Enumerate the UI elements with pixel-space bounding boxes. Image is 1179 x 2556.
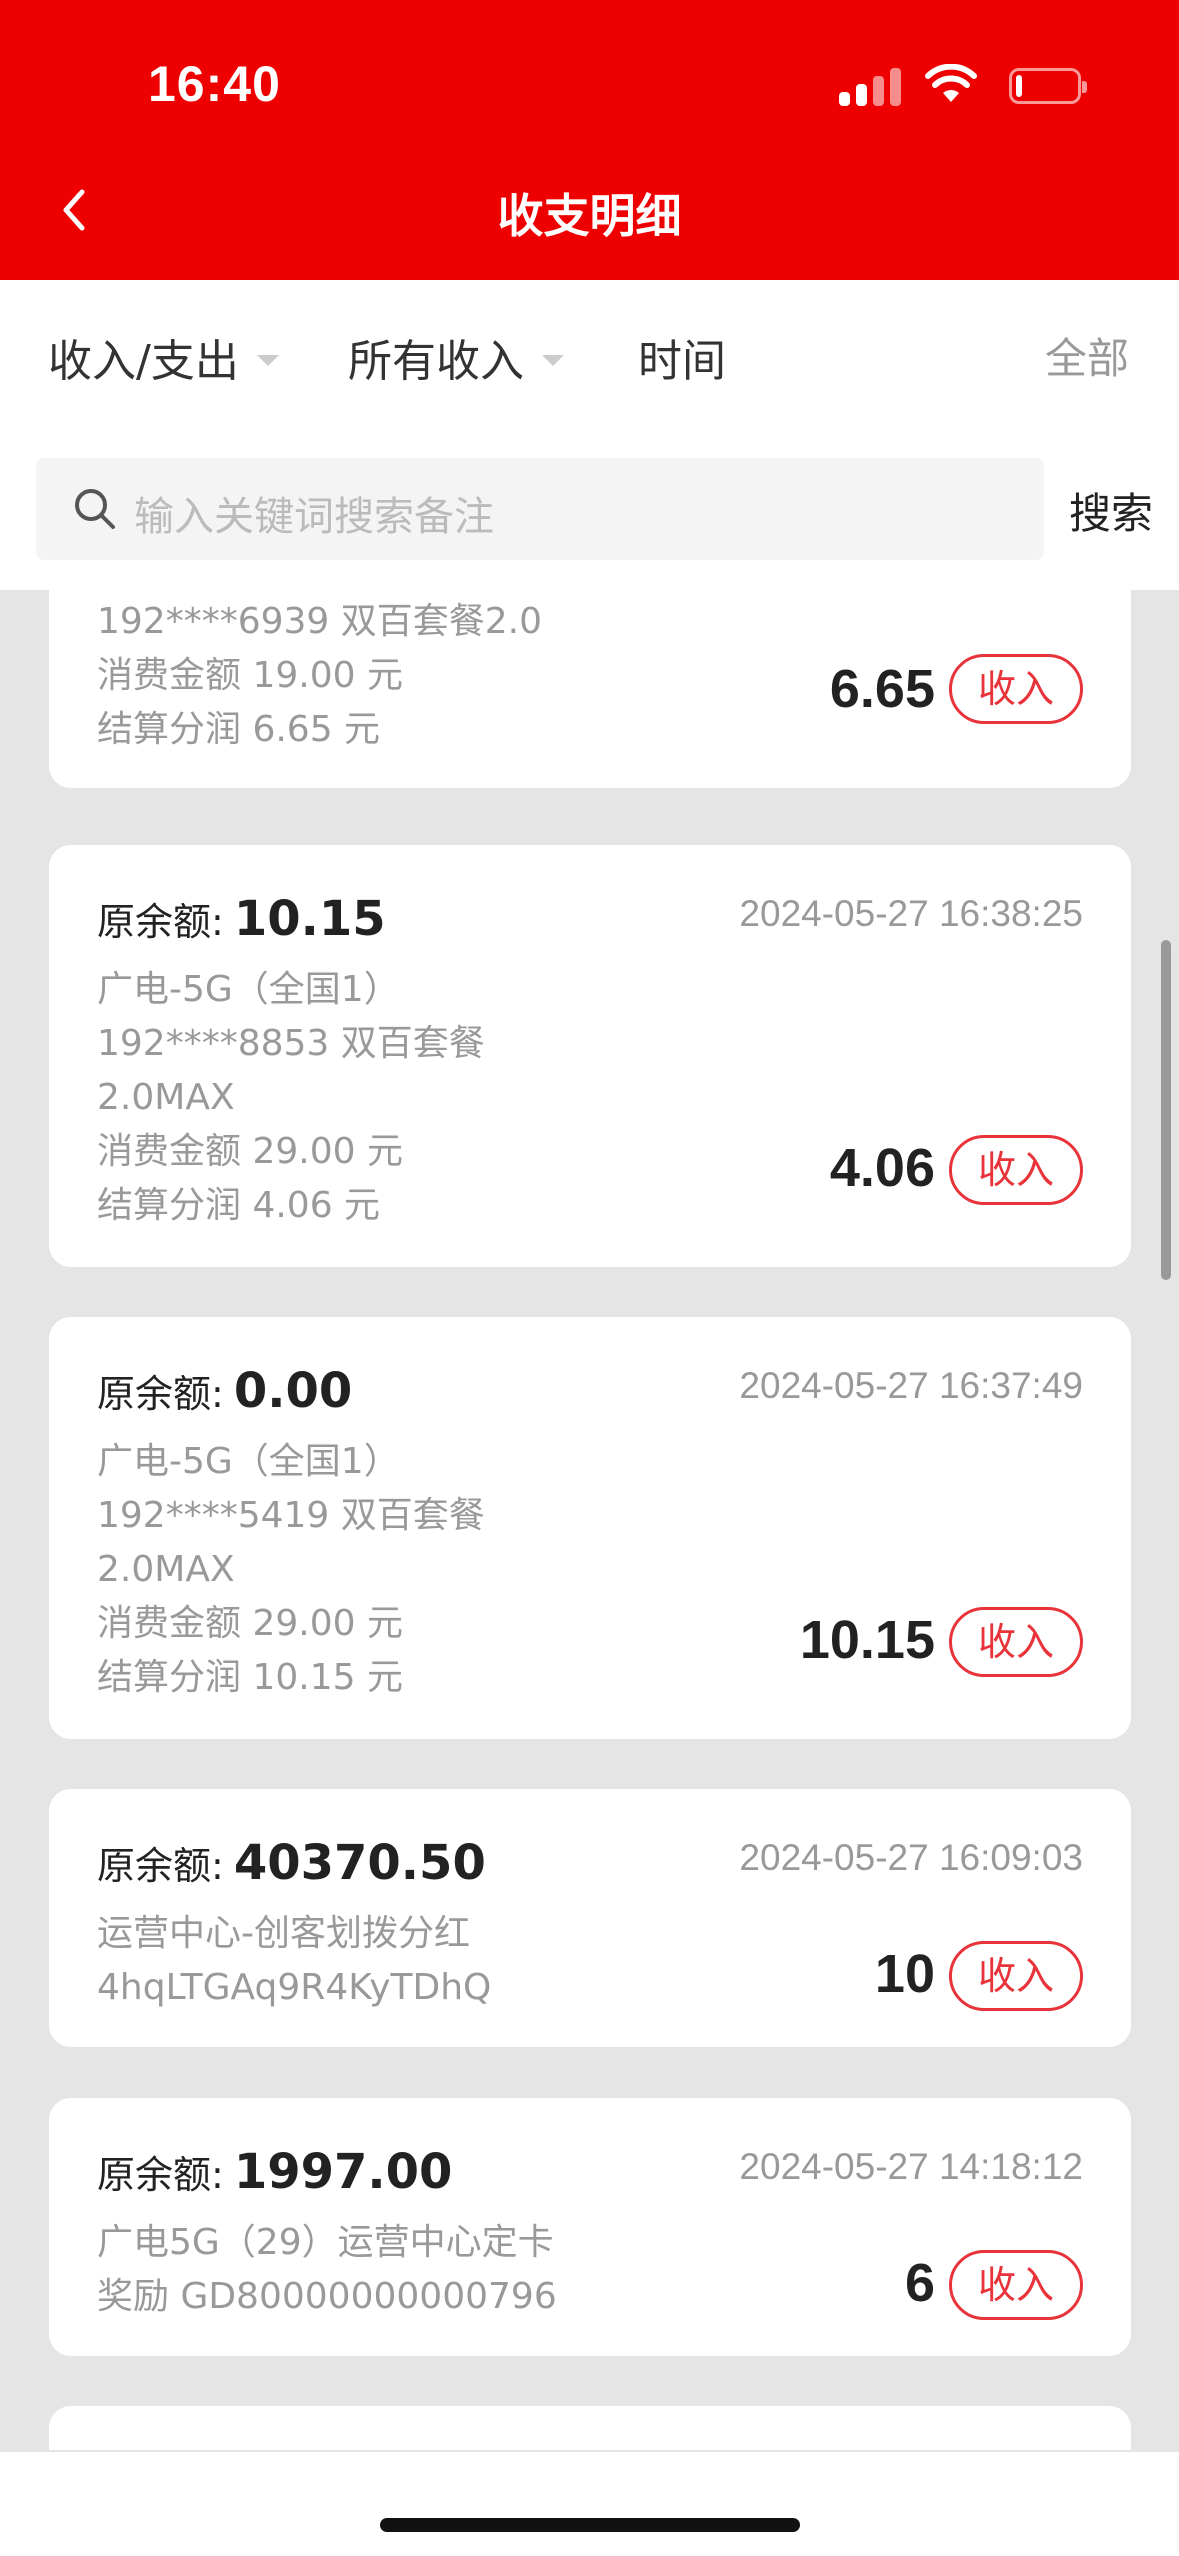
income-tag: 收入	[949, 654, 1083, 724]
search-input[interactable]: 输入关键词搜索备注	[36, 458, 1044, 560]
record-amount: 6.65	[829, 659, 935, 719]
balance-value: 40370.50	[233, 1835, 486, 1891]
record-card[interactable]: 192****6939 双百套餐2.0 消费金额 19.00 元 结算分润 6.…	[49, 590, 1131, 788]
type-filter-label: 收入/支出	[48, 336, 239, 387]
income-tag: 收入	[949, 1607, 1083, 1677]
income-tag: 收入	[949, 1135, 1083, 1205]
category-filter-dropdown[interactable]: 所有收入	[348, 325, 564, 389]
balance-value: 0.00	[233, 1363, 353, 1419]
caret-down-icon	[542, 354, 564, 366]
record-desc: 运营中心-创客划拨分红 4hqLTGAq9R4KyTDhQ	[97, 1913, 492, 2008]
category-filter-label: 所有收入	[348, 336, 524, 387]
record-datetime: 2024-05-27 14:18:12	[739, 2146, 1083, 2187]
record-desc: 广电5G（29）运营中心定卡 奖励 GD80000000000796	[97, 2222, 557, 2317]
income-tag: 收入	[949, 2250, 1083, 2320]
cellular-signal-icon	[839, 68, 901, 106]
header: 16:40 收支明细	[0, 0, 1179, 280]
wifi-icon	[925, 64, 977, 102]
record-desc: 广电-5G（全国1） 192****8853 双百套餐 2.0MAX 消费金额 …	[97, 969, 485, 1226]
record-card[interactable]	[49, 2406, 1131, 2450]
record-amount: 10	[874, 1944, 935, 2004]
type-filter-dropdown[interactable]: 收入/支出	[48, 325, 279, 389]
home-indicator[interactable]	[380, 2518, 800, 2532]
balance-label: 原余额: 10.15	[97, 891, 386, 947]
record-desc: 广电-5G（全国1） 192****5419 双百套餐 2.0MAX 消费金额 …	[97, 1441, 485, 1698]
filter-bar: 收入/支出 所有收入 时间 全部 输入关键词搜索备注 搜索	[0, 280, 1179, 590]
battery-icon	[1009, 68, 1087, 104]
balance-value: 10.15	[233, 891, 386, 947]
record-datetime: 2024-05-27 16:37:49	[739, 1365, 1083, 1406]
balance-label: 原余额: 40370.50	[97, 1835, 486, 1891]
home-bar-area	[0, 2452, 1179, 2556]
record-datetime: 2024-05-27 16:38:25	[739, 893, 1083, 934]
status-icons	[839, 64, 1087, 108]
scrollbar[interactable]	[1161, 940, 1171, 1280]
time-filter-label: 时间	[638, 336, 726, 387]
record-card[interactable]: 原余额: 0.00 2024-05-27 16:37:49 广电-5G（全国1） …	[49, 1317, 1131, 1739]
caret-down-icon	[256, 354, 279, 366]
search-placeholder: 输入关键词搜索备注	[134, 494, 494, 540]
balance-label: 原余额: 0.00	[97, 1363, 353, 1419]
search-icon	[75, 489, 115, 529]
record-list[interactable]: 192****6939 双百套餐2.0 消费金额 19.00 元 结算分润 6.…	[0, 590, 1179, 2450]
status-time: 16:40	[148, 56, 281, 112]
record-desc: 192****6939 双百套餐2.0 消费金额 19.00 元 结算分润 6.…	[97, 601, 543, 750]
page-title: 收支明细	[497, 189, 682, 243]
all-filter-button[interactable]: 全部	[1045, 325, 1129, 386]
record-amount: 6	[904, 2253, 935, 2313]
search-button[interactable]: 搜索	[1069, 480, 1153, 541]
time-filter[interactable]: 时间	[638, 325, 726, 389]
record-amount: 10.15	[799, 1610, 935, 1670]
record-datetime: 2024-05-27 16:09:03	[739, 1837, 1083, 1878]
record-card[interactable]: 原余额: 1997.00 2024-05-27 14:18:12 广电5G（29）…	[49, 2098, 1131, 2356]
income-tag: 收入	[949, 1941, 1083, 2011]
balance-value: 1997.00	[233, 2144, 453, 2200]
record-card[interactable]: 原余额: 40370.50 2024-05-27 16:09:03 运营中心-创客…	[49, 1789, 1131, 2047]
record-amount: 4.06	[829, 1138, 935, 1198]
record-card[interactable]: 原余额: 10.15 2024-05-27 16:38:25 广电-5G（全国1）…	[49, 845, 1131, 1267]
balance-label: 原余额: 1997.00	[97, 2144, 453, 2200]
